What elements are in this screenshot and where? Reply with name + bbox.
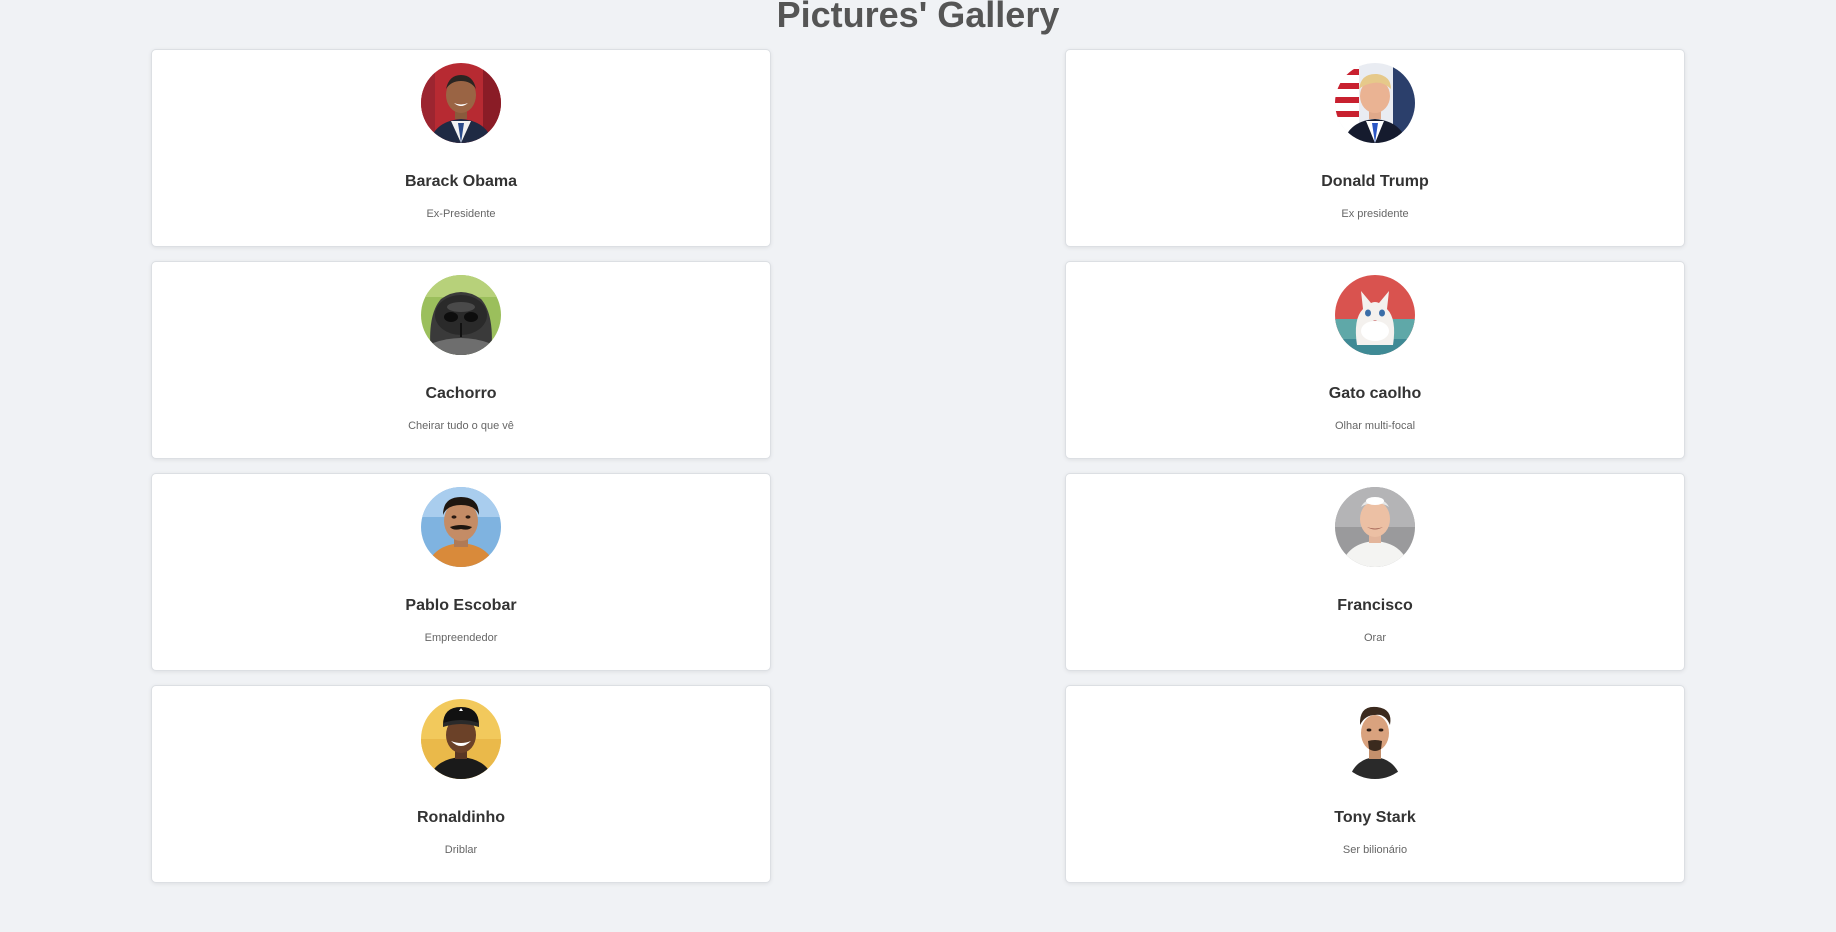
card-name: Cachorro — [425, 385, 497, 402]
card-description: Ex-Presidente — [426, 208, 496, 220]
card-name: Gato caolho — [1328, 385, 1422, 402]
avatar-tony-stark-portrait — [1335, 699, 1415, 779]
avatar-obama-portrait — [421, 63, 501, 143]
page-title: Pictures' Gallery — [776, 0, 1060, 35]
avatar-trump-portrait — [1335, 63, 1415, 143]
card-description: Cheirar tudo o que vê — [408, 420, 514, 432]
card-description: Ser bilionário — [1342, 844, 1408, 856]
card-description: Driblar — [444, 844, 478, 856]
avatar-dog-nose — [421, 275, 501, 355]
card-name: Tony Stark — [1334, 809, 1416, 826]
gallery-card-francisco[interactable]: Francisco Orar — [1065, 473, 1685, 671]
card-name: Donald Trump — [1321, 173, 1429, 190]
avatar-pope-portrait — [1335, 487, 1415, 567]
gallery-card-cachorro[interactable]: Cachorro Cheirar tudo o que vê — [151, 261, 771, 459]
gallery-card-pablo-escobar[interactable]: Pablo Escobar Empreendedor — [151, 473, 771, 671]
card-name: Ronaldinho — [417, 809, 505, 826]
card-name: Francisco — [1337, 597, 1413, 614]
gallery-card-tony-stark[interactable]: Tony Stark Ser bilionário — [1065, 685, 1685, 883]
gallery-grid: Barack Obama Ex-Presidente Donald Trump — [151, 49, 1685, 883]
avatar-ronaldinho-portrait — [421, 699, 501, 779]
gallery-card-gato-caolho[interactable]: Gato caolho Olhar multi-focal — [1065, 261, 1685, 459]
card-description: Olhar multi-focal — [1334, 420, 1416, 432]
card-description: Orar — [1364, 632, 1386, 644]
card-description: Ex presidente — [1341, 208, 1409, 220]
avatar-white-cat — [1335, 275, 1415, 355]
card-name: Pablo Escobar — [405, 597, 517, 614]
gallery-card-ronaldinho[interactable]: Ronaldinho Driblar — [151, 685, 771, 883]
card-name: Barack Obama — [404, 173, 518, 190]
card-description: Empreendedor — [424, 632, 498, 644]
gallery-card-donald-trump[interactable]: Donald Trump Ex presidente — [1065, 49, 1685, 247]
gallery-card-barack-obama[interactable]: Barack Obama Ex-Presidente — [151, 49, 771, 247]
avatar-escobar-portrait — [421, 487, 501, 567]
